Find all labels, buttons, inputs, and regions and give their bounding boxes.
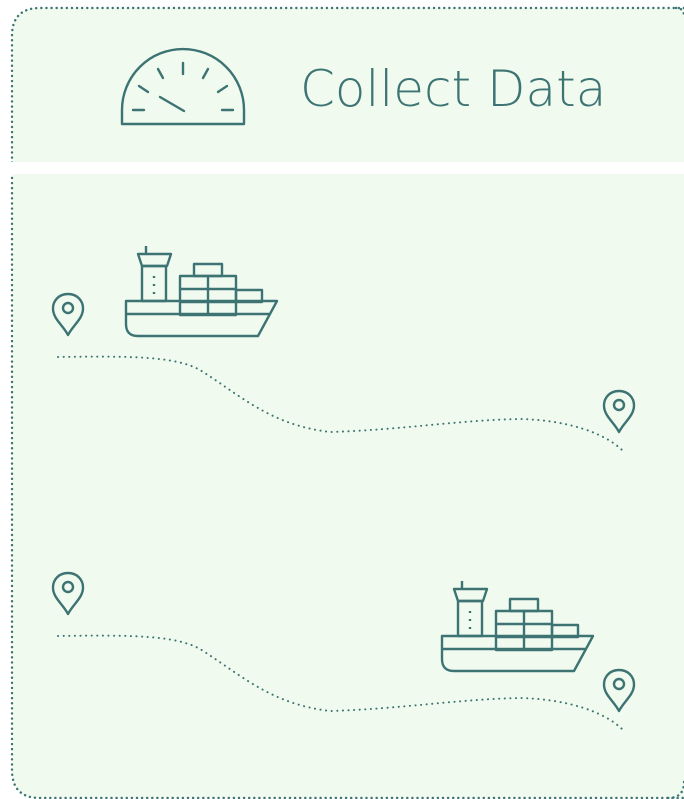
panel-border xyxy=(10,6,684,799)
page-title: Collect Data xyxy=(300,60,607,118)
panel-artwork xyxy=(0,6,684,799)
collect-data-panel: Collect Data xyxy=(0,0,684,799)
header-divider xyxy=(0,162,684,174)
